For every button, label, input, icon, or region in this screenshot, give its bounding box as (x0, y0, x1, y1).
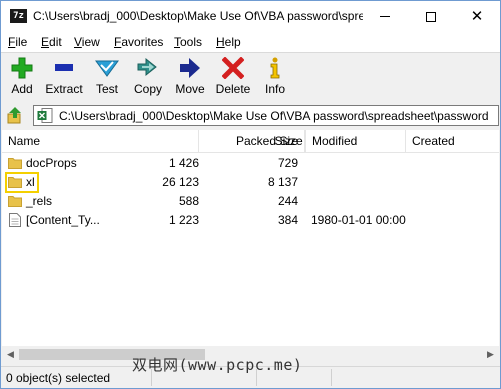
window-title: C:\Users\bradj_000\Desktop\Make Use Of\V… (33, 9, 363, 23)
move-button[interactable]: Move (173, 57, 207, 99)
column-header-created[interactable]: Created (406, 130, 499, 153)
watermark-text: 双电网(www.pcpc.me) (132, 356, 303, 374)
menu-help[interactable]: Help (216, 35, 241, 49)
file-modified: 1980-01-01 00:00 (311, 213, 406, 227)
minimize-button[interactable] (362, 1, 408, 32)
add-label: Add (11, 82, 33, 96)
arrow-right-icon (180, 58, 200, 78)
file-list: Name Size Packed Size Modified Created d… (2, 130, 499, 346)
info-button[interactable]: Info (261, 57, 289, 99)
file-size: 1 223 (168, 213, 199, 227)
list-item[interactable]: [Content_Ty... 1 223 384 1980-01-01 00:0… (2, 211, 499, 230)
close-button[interactable]: ✕ (454, 1, 500, 32)
maximize-icon (426, 11, 436, 22)
info-label: Info (264, 82, 285, 96)
file-packed-size: 384 (277, 213, 298, 227)
up-folder-icon (7, 107, 21, 124)
info-icon (270, 57, 280, 79)
file-size: 26 123 (162, 175, 199, 189)
copy-label: Copy (133, 82, 162, 96)
delete-button[interactable]: Delete (214, 57, 252, 99)
list-item[interactable]: xl 26 123 8 137 (2, 172, 499, 193)
menu-tools[interactable]: Tools (174, 35, 202, 49)
scroll-left-icon[interactable]: ◀ (2, 346, 19, 363)
file-name: [Content_Ty... (26, 213, 100, 227)
7zip-app-icon: 7z (10, 9, 27, 23)
test-button[interactable]: Test (92, 57, 122, 99)
toolbar: Add Extract Test Copy Move Delete Info (1, 52, 500, 99)
test-label: Test (95, 82, 118, 96)
maximize-button[interactable] (408, 1, 454, 32)
file-packed-size: 729 (277, 156, 298, 170)
file-name: docProps (26, 156, 77, 170)
document-icon (9, 213, 21, 227)
menu-bar: File Edit View Favorites Tools Help (1, 32, 500, 52)
minimize-icon (380, 16, 390, 17)
file-name: _rels (26, 194, 53, 208)
file-packed-size: 8 137 (267, 175, 298, 189)
list-item[interactable]: docProps 1 426 729 (2, 154, 499, 173)
app-window: 7z C:\Users\bradj_000\Desktop\Make Use O… (0, 0, 501, 389)
scroll-right-icon[interactable]: ▶ (482, 346, 499, 363)
extract-label: Extract (45, 82, 83, 96)
file-size: 588 (178, 194, 199, 208)
copy-button[interactable]: Copy (132, 57, 164, 99)
file-packed-size: 244 (277, 194, 298, 208)
column-header-packed-size[interactable]: Packed Size (230, 130, 306, 153)
extract-button[interactable]: Extract (44, 57, 84, 99)
checkmark-icon (95, 60, 119, 77)
add-button[interactable]: Add (7, 57, 37, 99)
excel-file-icon (37, 108, 53, 123)
up-folder-button[interactable] (6, 106, 24, 124)
column-header-modified[interactable]: Modified (306, 130, 406, 153)
column-header-name[interactable]: Name (2, 130, 199, 153)
delete-label: Delete (215, 82, 251, 96)
folder-icon (8, 196, 22, 207)
address-row: C:\Users\bradj_000\Desktop\Make Use Of\V… (1, 102, 500, 128)
plus-icon (11, 57, 33, 79)
file-size: 1 426 (168, 156, 199, 170)
minus-icon (55, 64, 73, 71)
double-arrow-icon (137, 57, 157, 77)
menu-edit[interactable]: Edit (41, 35, 62, 49)
folder-icon (8, 177, 22, 188)
title-bar[interactable]: 7z C:\Users\bradj_000\Desktop\Make Use O… (1, 1, 500, 32)
menu-file[interactable]: File (8, 35, 27, 49)
move-label: Move (175, 82, 205, 96)
address-path: C:\Users\bradj_000\Desktop\Make Use Of\V… (59, 109, 489, 123)
file-name: xl (26, 175, 35, 189)
status-divider (331, 369, 332, 386)
folder-icon (8, 158, 22, 169)
list-item[interactable]: _rels 588 244 (2, 192, 499, 211)
address-input[interactable]: C:\Users\bradj_000\Desktop\Make Use Of\V… (33, 105, 499, 126)
status-selected-count: 0 object(s) selected (6, 371, 111, 385)
menu-favorites[interactable]: Favorites (114, 35, 163, 49)
column-headers: Name Size Packed Size Modified Created (2, 130, 499, 153)
menu-view[interactable]: View (74, 35, 100, 49)
close-icon: ✕ (470, 7, 484, 25)
x-icon (222, 57, 244, 79)
